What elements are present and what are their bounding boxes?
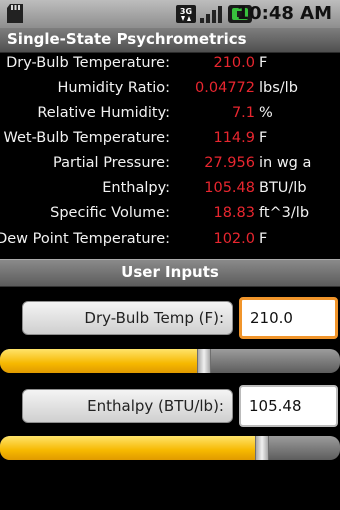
result-row-specific-volume: Specific Volume: 18.83 ft^3/lb: [0, 202, 340, 227]
inputs-section-title: User Inputs: [121, 263, 219, 281]
result-row-enthalpy: Enthalpy: 105.48 BTU/lb: [0, 177, 340, 202]
result-label: Dry-Bulb Temperature:: [6, 55, 170, 71]
result-value: 27.956: [204, 155, 255, 171]
svg-text:3G: 3G: [180, 7, 192, 16]
signal-icon: [200, 6, 222, 23]
result-value: 114.9: [213, 130, 255, 146]
result-value: 105.48: [204, 180, 255, 196]
result-unit: F: [259, 130, 268, 146]
enthalpy-button[interactable]: Enthalpy (BTU/lb):: [22, 389, 233, 423]
result-label: Enthalpy:: [102, 180, 170, 196]
result-value: 7.1: [231, 105, 255, 121]
enthalpy-slider-thumb[interactable]: [255, 436, 269, 460]
result-unit: F: [259, 55, 268, 71]
clock: 10:48 AM: [236, 3, 332, 24]
result-value: 102.0: [213, 231, 255, 247]
result-row-humidity-ratio: Humidity Ratio: 0.04772 lbs/lb: [0, 77, 340, 102]
network-3g-icon: 3G: [176, 5, 196, 23]
dry-bulb-temp-input[interactable]: [239, 297, 338, 339]
result-unit: %: [259, 105, 273, 121]
result-row-wet-bulb: Wet-Bulb Temperature: 114.9 F: [0, 127, 340, 152]
dry-bulb-slider-thumb[interactable]: [197, 349, 211, 373]
result-label: Relative Humidity:: [37, 105, 170, 121]
result-unit: in wg a: [259, 155, 312, 171]
result-label: Specific Volume:: [50, 205, 170, 221]
result-row-relative-humidity: Relative Humidity: 7.1 %: [0, 102, 340, 127]
inputs-section-header: User Inputs: [0, 259, 340, 287]
result-row-partial-pressure: Partial Pressure: 27.956 in wg a: [0, 152, 340, 177]
status-bar: 3G 10:48 AM: [0, 0, 340, 28]
app-title: Single-State Psychrometrics: [7, 30, 247, 48]
title-bar: Single-State Psychrometrics: [0, 28, 340, 53]
result-unit: F: [259, 231, 268, 247]
result-row-dry-bulb: Dry-Bulb Temperature: 210.0 F: [0, 52, 340, 77]
result-label: Partial Pressure:: [53, 155, 170, 171]
dry-bulb-slider-fill: [0, 349, 204, 373]
sd-card-icon: [7, 4, 23, 23]
enthalpy-input[interactable]: [239, 385, 338, 427]
enthalpy-slider-fill: [0, 436, 262, 460]
result-unit: ft^3/lb: [259, 205, 310, 221]
result-label: Humidity Ratio:: [57, 80, 170, 96]
dry-bulb-slider[interactable]: [0, 349, 340, 373]
result-unit: BTU/lb: [259, 180, 307, 196]
enthalpy-slider[interactable]: [0, 436, 340, 460]
result-label: Wet-Bulb Temperature:: [3, 130, 170, 146]
result-row-dew-point: Dew Point Temperature: 102.0 F: [0, 228, 340, 253]
dry-bulb-temp-button[interactable]: Dry-Bulb Temp (F):: [22, 301, 233, 335]
result-unit: lbs/lb: [259, 80, 298, 96]
result-value: 210.0: [213, 55, 255, 71]
result-value: 18.83: [213, 205, 255, 221]
result-label: Dew Point Temperature:: [0, 231, 170, 247]
result-value: 0.04772: [195, 80, 255, 96]
